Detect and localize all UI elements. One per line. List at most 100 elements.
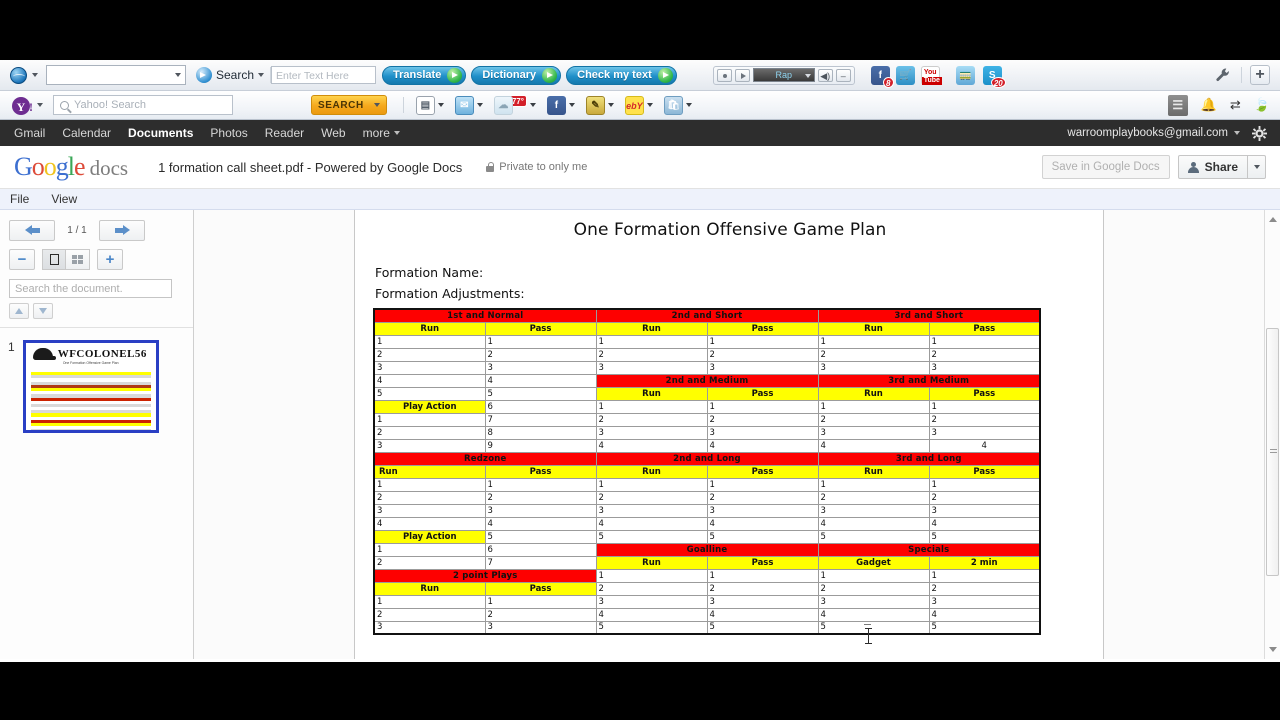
play-slot[interactable]: 3 [928,425,1041,440]
chevron-down-icon[interactable] [32,73,38,77]
play-slot[interactable]: 5 [706,529,819,544]
notepad-icon[interactable]: ✎ [585,95,605,115]
chevron-down-icon[interactable] [1234,131,1240,135]
chevron-down-icon[interactable] [476,103,483,107]
chevron-down-icon[interactable] [568,103,575,107]
youtube-icon[interactable]: You Tube [920,65,942,85]
play-slot[interactable]: 2 [484,347,597,362]
wrench-icon[interactable] [1215,67,1232,84]
bell-icon[interactable]: 🔔 [1201,97,1217,113]
play-slot[interactable]: 5 [928,620,1041,635]
play-slot[interactable]: 2 [595,347,708,362]
play-slot[interactable]: 3 [595,360,708,375]
yahoo-search-input[interactable]: Yahoo! Search [53,95,233,115]
play-slot[interactable]: 5 [484,386,597,401]
play-slot[interactable]: 3 [373,620,486,635]
play-slot[interactable]: 2 [595,581,708,596]
play-slot[interactable]: 8 [484,425,597,440]
gbar-link-web[interactable]: Web [321,126,345,140]
shopping-icon[interactable]: 🛍 [663,95,683,115]
weather-tool[interactable]: ☁ 77° [493,95,536,115]
ebay-icon[interactable]: ebY [624,95,644,115]
play-slot[interactable]: 4 [595,607,708,622]
play-slot[interactable]: 5 [373,386,486,401]
play-slot[interactable]: 1 [706,334,819,349]
prev-page-button[interactable] [9,220,55,241]
play-slot[interactable]: 1 [817,568,930,583]
play-slot[interactable]: 2 [373,347,486,362]
play-slot[interactable]: 4 [373,516,486,531]
chevron-down-icon[interactable] [685,103,692,107]
play-slot[interactable]: 3 [373,438,486,453]
chevron-down-icon[interactable] [646,103,653,107]
play-slot[interactable]: 2 [817,347,930,362]
minimize-icon[interactable]: – [835,68,851,82]
save-in-google-docs-button[interactable]: Save in Google Docs [1041,155,1170,179]
play-slot[interactable]: 3 [595,503,708,518]
play-slot[interactable]: 5 [817,529,930,544]
play-slot[interactable]: 2 [817,490,930,505]
play-slot[interactable]: 2 [373,555,486,570]
play-slot[interactable]: 1 [373,594,486,609]
play-slot[interactable]: 2 [928,412,1041,427]
play-slot[interactable]: 1 [373,334,486,349]
chevron-down-icon[interactable] [393,131,400,135]
play-slot[interactable]: 2 [928,581,1041,596]
preset-select[interactable]: Rap [752,68,815,82]
play-slot[interactable]: 4 [595,516,708,531]
play-slot[interactable]: 4 [928,607,1041,622]
play-slot[interactable]: 4 [817,607,930,622]
toolbar-search-button[interactable]: Search [196,67,265,83]
find-previous-button[interactable] [9,303,29,319]
play-slot[interactable]: 2 [484,490,597,505]
dictionary-button[interactable]: Dictionary [471,65,562,85]
play-slot[interactable]: 1 [817,334,930,349]
play-slot[interactable]: 3 [928,594,1041,609]
notepad-tool[interactable]: ✎ [585,95,614,115]
play-slot[interactable]: 5 [817,620,930,635]
play-slot[interactable]: 4 [484,516,597,531]
play-slot[interactable]: 3 [484,503,597,518]
page-tool[interactable]: ▤ [415,95,444,115]
play-slot[interactable]: 2 [928,347,1041,362]
play-slot[interactable]: 3 [706,360,819,375]
play-slot[interactable]: 1 [595,334,708,349]
play-slot[interactable]: 3 [373,503,486,518]
play-slot[interactable]: 5 [595,620,708,635]
search-document-input[interactable]: Search the document. [9,279,172,298]
play-slot[interactable]: 4 [817,438,930,453]
play-slot[interactable]: 1 [373,477,486,492]
play-slot[interactable]: 1 [484,477,597,492]
play-slot[interactable]: 4 [484,373,597,388]
play-slot[interactable]: 3 [595,594,708,609]
next-page-button[interactable] [99,220,145,241]
find-next-button[interactable] [33,303,53,319]
shopping-tool[interactable]: 🛍 [663,95,692,115]
train-icon[interactable]: 🚃 [955,65,975,85]
gbar-link-photos[interactable]: Photos [210,126,247,140]
play-slot[interactable]: 6 [484,399,597,414]
play-slot[interactable]: 5 [928,529,1041,544]
chevron-down-icon[interactable] [37,103,43,107]
page-icon[interactable]: ▤ [415,95,435,115]
facebook-icon[interactable]: f 8 [870,65,894,88]
gbar-link-more[interactable]: more [363,126,390,140]
leaf-icon[interactable]: 🍃 [1254,97,1270,113]
play-slot[interactable]: 1 [706,477,819,492]
play-slot[interactable]: 3 [706,425,819,440]
play-slot[interactable]: 2 [595,412,708,427]
chevron-down-icon[interactable] [373,103,380,107]
weather-icon[interactable]: ☁ [493,95,513,115]
play-slot[interactable]: 2 [706,412,819,427]
gbar-link-reader[interactable]: Reader [265,126,304,140]
facebook-icon[interactable]: f [546,95,566,115]
gbar-link-calendar[interactable]: Calendar [62,126,111,140]
play-slot[interactable]: 2 [706,347,819,362]
zoom-out-button[interactable]: − [9,249,35,270]
play-slot[interactable]: 3 [706,594,819,609]
play-slot[interactable]: 2 [484,607,597,622]
account-email[interactable]: warroomplaybooks@gmail.com [1067,127,1228,139]
play-slot[interactable]: 1 [373,412,486,427]
play-slot[interactable]: 3 [817,594,930,609]
play-slot[interactable]: 4 [706,438,819,453]
